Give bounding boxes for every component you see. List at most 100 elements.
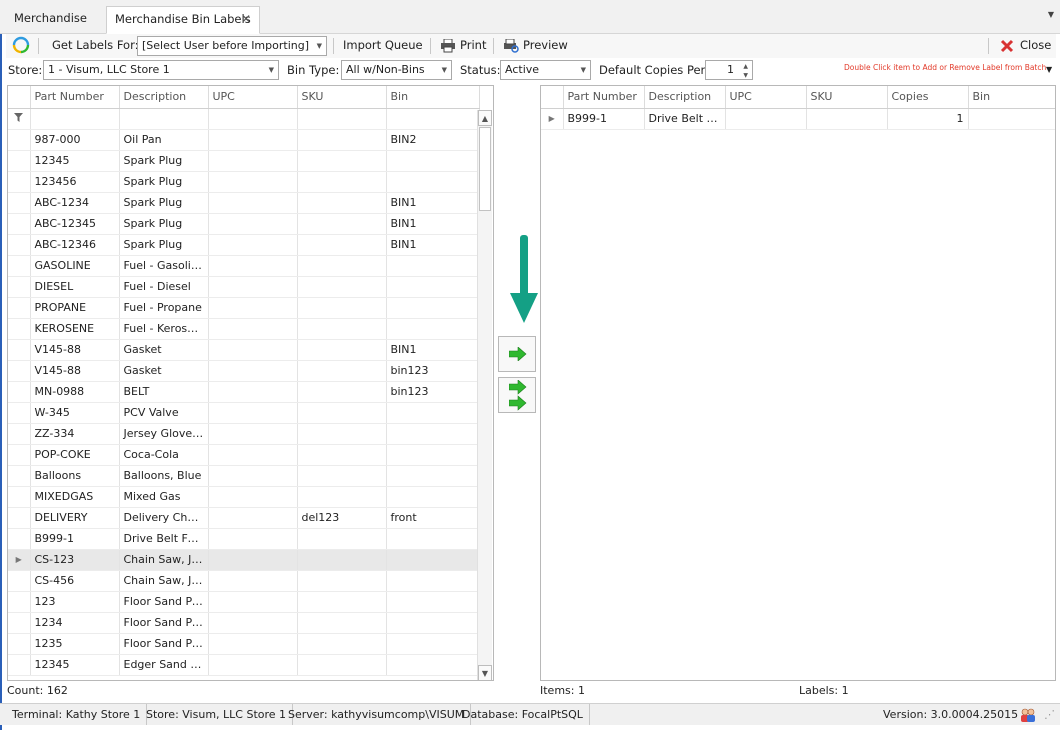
table-row[interactable]: 1234 Floor Sand Pap... (8, 612, 480, 634)
table-cell[interactable]: MIXEDGAS (30, 486, 120, 508)
table-cell[interactable]: GASOLINE (30, 255, 120, 277)
table-row[interactable]: 12345 Spark Plug (8, 150, 480, 172)
filter-cell[interactable] (297, 108, 387, 130)
table-cell[interactable] (208, 423, 298, 445)
table-cell[interactable] (386, 444, 480, 466)
table-cell[interactable]: MN-0988 (30, 381, 120, 403)
table-cell[interactable] (386, 423, 480, 445)
table-cell[interactable]: Spark Plug (119, 213, 209, 235)
scroll-up-icon[interactable]: ▲ (478, 110, 492, 126)
table-cell[interactable]: PROPANE (30, 297, 120, 319)
table-cell[interactable]: 123 (30, 591, 120, 613)
table-cell[interactable]: BELT (119, 381, 209, 403)
table-cell[interactable]: DIESEL (30, 276, 120, 298)
status-select[interactable]: Active ▼ (500, 60, 591, 80)
table-cell[interactable]: Fuel - Kerosene (119, 318, 209, 340)
add-all-button[interactable] (498, 377, 536, 413)
table-row[interactable]: 123456 Spark Plug (8, 171, 480, 193)
table-cell[interactable]: BIN1 (386, 234, 480, 256)
table-cell[interactable] (297, 549, 387, 571)
print-button[interactable]: Print (460, 34, 486, 58)
table-cell[interactable] (386, 591, 480, 613)
table-cell[interactable]: Spark Plug (119, 171, 209, 193)
table-cell[interactable] (297, 255, 387, 277)
table-cell[interactable]: Chain Saw, JD... (119, 549, 209, 571)
table-cell[interactable]: BIN2 (386, 129, 480, 151)
table-cell[interactable] (386, 402, 480, 424)
table-cell[interactable] (386, 549, 480, 571)
table-cell[interactable]: BIN1 (386, 339, 480, 361)
table-cell[interactable]: ABC-12346 (30, 234, 120, 256)
table-cell[interactable]: POP-COKE (30, 444, 120, 466)
refresh-icon[interactable] (12, 36, 30, 60)
table-cell[interactable]: Spark Plug (119, 192, 209, 214)
table-row[interactable]: ABC-12345 Spark Plug BIN1 (8, 213, 480, 235)
table-cell[interactable]: Floor Sand Pap... (119, 591, 209, 613)
import-queue-button[interactable]: Import Queue (343, 34, 423, 58)
table-cell[interactable] (208, 549, 298, 571)
table-cell[interactable] (297, 339, 387, 361)
table-cell[interactable] (386, 297, 480, 319)
table-cell[interactable]: PCV Valve (119, 402, 209, 424)
column-header[interactable]: SKU (806, 86, 888, 109)
table-cell[interactable] (297, 276, 387, 298)
table-cell[interactable]: Delivery Charge (119, 507, 209, 529)
scroll-thumb[interactable] (479, 127, 491, 211)
table-cell[interactable] (297, 171, 387, 193)
table-cell[interactable]: Balloons (30, 465, 120, 487)
table-cell[interactable] (386, 276, 480, 298)
table-cell[interactable] (208, 339, 298, 361)
spinner-up-down-icon[interactable]: ▲ ▼ (743, 62, 748, 80)
table-cell[interactable]: Floor Sand Pap... (119, 612, 209, 634)
table-cell[interactable] (208, 192, 298, 214)
table-cell[interactable]: Mixed Gas (119, 486, 209, 508)
table-row[interactable]: V145-88 Gasket BIN1 (8, 339, 480, 361)
user-select[interactable]: [Select User before Importing] ▼ (137, 36, 327, 56)
tab-merchandise-bin-labels[interactable]: Merchandise Bin Labels ✕ (106, 6, 260, 34)
table-row[interactable]: POP-COKE Coca-Cola (8, 444, 480, 466)
add-selected-button[interactable] (498, 336, 536, 372)
table-cell[interactable] (297, 633, 387, 655)
table-cell[interactable] (208, 612, 298, 634)
table-cell[interactable] (297, 591, 387, 613)
table-cell[interactable] (208, 150, 298, 172)
table-cell[interactable]: 12345 (30, 654, 120, 676)
table-cell[interactable] (208, 633, 298, 655)
table-cell[interactable] (208, 591, 298, 613)
table-cell[interactable] (297, 129, 387, 151)
table-cell[interactable]: Jersey Gloves,... (119, 423, 209, 445)
table-cell[interactable] (386, 654, 480, 676)
filter-cell[interactable] (386, 108, 480, 130)
table-cell[interactable]: ZZ-334 (30, 423, 120, 445)
table-row[interactable]: V145-88 Gasket bin123 (8, 360, 480, 382)
table-cell[interactable] (297, 654, 387, 676)
table-cell[interactable] (208, 528, 298, 550)
table-cell[interactable]: Fuel - Gasoline (119, 255, 209, 277)
table-row[interactable]: ▶ CS-123 Chain Saw, JD... (8, 549, 480, 571)
table-cell[interactable] (725, 108, 807, 130)
table-cell[interactable] (208, 129, 298, 151)
table-cell[interactable] (297, 528, 387, 550)
table-row[interactable]: 12345 Edger Sand Pa... (8, 654, 480, 676)
column-header[interactable]: Description (119, 86, 209, 109)
table-cell[interactable] (208, 570, 298, 592)
table-cell[interactable]: Gasket (119, 360, 209, 382)
table-row[interactable]: CS-456 Chain Saw, JD... (8, 570, 480, 592)
table-row[interactable]: MN-0988 BELT bin123 (8, 381, 480, 403)
table-cell[interactable] (297, 381, 387, 403)
table-cell[interactable] (386, 570, 480, 592)
table-cell[interactable] (208, 444, 298, 466)
table-cell[interactable] (208, 402, 298, 424)
table-cell[interactable]: W-345 (30, 402, 120, 424)
table-cell[interactable] (386, 633, 480, 655)
table-cell[interactable]: B999-1 (563, 108, 645, 130)
table-cell[interactable] (297, 150, 387, 172)
table-cell[interactable]: Chain Saw, JD... (119, 570, 209, 592)
tab-dropdown-icon[interactable]: ▼ (1048, 10, 1054, 19)
table-cell[interactable] (386, 612, 480, 634)
filter-cell[interactable] (119, 108, 209, 130)
table-row[interactable]: DIESEL Fuel - Diesel (8, 276, 480, 298)
table-cell[interactable]: 1235 (30, 633, 120, 655)
table-row[interactable]: GASOLINE Fuel - Gasoline (8, 255, 480, 277)
table-cell[interactable] (297, 444, 387, 466)
